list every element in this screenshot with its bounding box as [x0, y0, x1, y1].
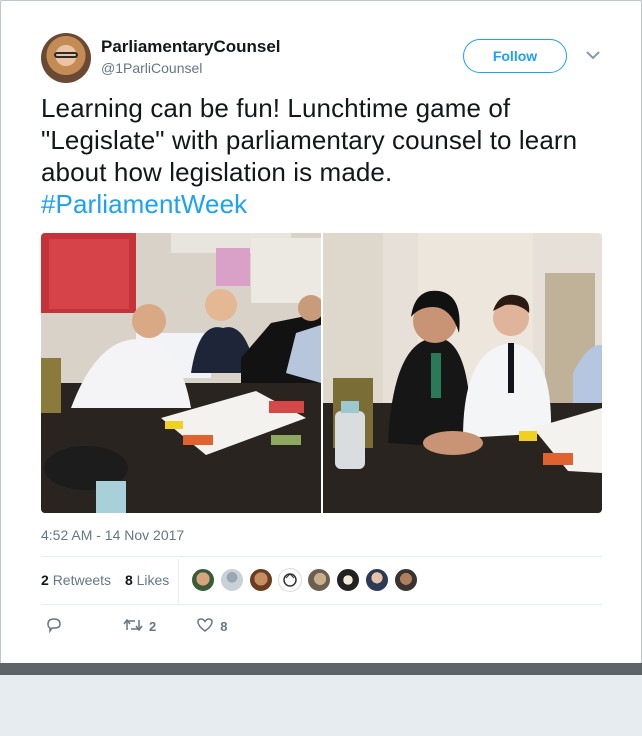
retweet-button[interactable]: 2	[123, 617, 156, 636]
liker-avatar[interactable]	[365, 568, 389, 592]
divider-bottom	[41, 604, 602, 605]
photo-left[interactable]	[41, 233, 321, 513]
tweet-card: ParliamentaryCounsel @1ParliCounsel Foll…	[0, 0, 642, 664]
reply-button[interactable]	[45, 616, 63, 637]
follow-button[interactable]: Follow	[463, 39, 567, 73]
retweets-count: 2	[41, 572, 49, 588]
page-background	[0, 675, 642, 736]
liker-avatar[interactable]	[249, 568, 273, 592]
like-button[interactable]: 8	[196, 617, 227, 636]
hashtag-link[interactable]: #ParliamentWeek	[41, 188, 601, 220]
liker-avatar[interactable]	[191, 568, 215, 592]
author-name[interactable]: ParliamentaryCounsel	[101, 37, 281, 57]
retweet-stat[interactable]: 2 Retweets	[41, 572, 111, 588]
page-shadow-bar	[0, 663, 642, 675]
retweet-count: 2	[149, 619, 157, 634]
tweet-body: Learning can be fun! Lunchtime game of "…	[41, 93, 578, 187]
author-avatar[interactable]	[41, 33, 91, 83]
divider-top	[41, 556, 602, 557]
avatar-glasses	[54, 52, 78, 58]
tweet-text: Learning can be fun! Lunchtime game of "…	[41, 92, 601, 220]
stats-separator	[178, 559, 179, 603]
liker-avatars	[191, 568, 423, 592]
tweet-actions: 2 8	[45, 616, 265, 637]
photo-right[interactable]	[323, 233, 602, 513]
heart-icon	[196, 617, 214, 636]
liker-avatar[interactable]	[278, 568, 302, 592]
chevron-down-icon[interactable]	[585, 47, 601, 63]
liker-avatar[interactable]	[307, 568, 331, 592]
liker-avatar[interactable]	[220, 568, 244, 592]
retweet-icon	[123, 617, 143, 636]
tweet-media[interactable]	[41, 233, 602, 513]
tweet-stats: 2 Retweets 8 Likes	[41, 572, 169, 588]
retweets-label: Retweets	[52, 572, 112, 588]
tweet-timestamp[interactable]: 4:52 AM - 14 Nov 2017	[41, 527, 184, 543]
author-handle[interactable]: @1ParliCounsel	[101, 60, 202, 76]
likes-label: Likes	[136, 572, 170, 588]
like-stat[interactable]: 8 Likes	[125, 572, 169, 588]
liker-avatar[interactable]	[336, 568, 360, 592]
likes-count: 8	[124, 572, 133, 588]
liker-avatar[interactable]	[394, 568, 418, 592]
like-count: 8	[220, 619, 228, 634]
reply-icon	[45, 616, 63, 637]
